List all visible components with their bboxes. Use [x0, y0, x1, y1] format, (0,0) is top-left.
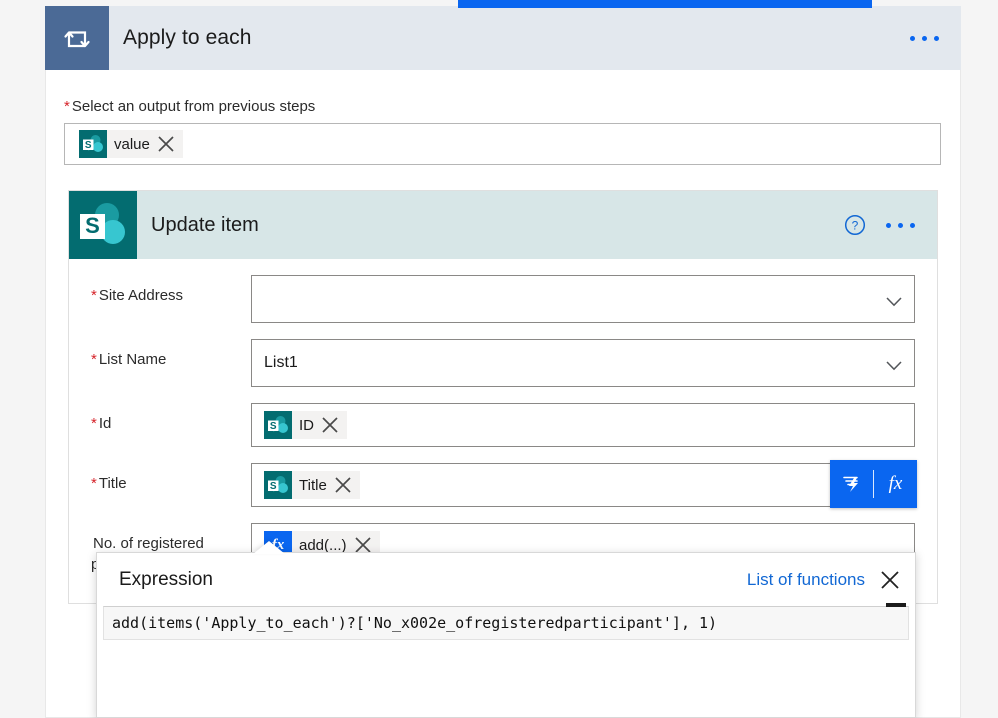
list-name-dropdown[interactable]: List1 — [251, 339, 915, 387]
list-name-label: * List Name — [91, 339, 251, 370]
ellipsis-dot — [898, 222, 903, 228]
token-label: Title — [299, 476, 327, 494]
apply-to-each-title: Apply to each — [123, 26, 252, 49]
dynamic-token-value[interactable]: S value — [79, 130, 183, 158]
close-x-icon[interactable] — [156, 134, 176, 154]
expression-flyout-body — [97, 640, 915, 712]
help-circle-icon[interactable]: ? — [844, 214, 866, 236]
title-label-text: Title — [98, 475, 127, 492]
token-label: ID — [299, 416, 314, 434]
field-row-title: * Title S Title fx — [69, 460, 937, 508]
dynamic-content-and-expression-buttons: fx — [830, 460, 917, 508]
ellipsis-dot — [910, 35, 915, 41]
required-asterisk: * — [91, 287, 97, 304]
select-output-section: * Select an output from previous steps S … — [64, 98, 942, 165]
update-item-header-actions: ? — [844, 214, 915, 236]
field-row-list-name: * List Name List1 — [69, 339, 937, 387]
site-address-label-text: Site Address — [98, 287, 184, 304]
close-x-icon[interactable] — [333, 475, 353, 495]
id-label-text: Id — [98, 415, 112, 432]
svg-text:S: S — [85, 140, 92, 151]
expression-flyout: Expression List of functions add(items('… — [96, 552, 916, 718]
resize-grip-icon[interactable] — [886, 603, 906, 607]
update-item-overflow-menu[interactable] — [886, 222, 915, 228]
expression-flyout-caret — [253, 541, 285, 554]
svg-text:S: S — [270, 481, 277, 492]
select-output-label-text: Select an output from previous steps — [71, 98, 316, 115]
required-asterisk: * — [91, 475, 97, 492]
sharepoint-icon: S — [69, 191, 137, 259]
required-asterisk: * — [91, 415, 97, 432]
apply-to-each-overflow-menu[interactable] — [910, 35, 939, 41]
list-of-functions-link[interactable]: List of functions — [747, 570, 865, 590]
expression-input[interactable]: add(items('Apply_to_each')?['No_x002e_of… — [103, 606, 909, 640]
list-name-value: List1 — [264, 354, 298, 371]
site-address-dropdown[interactable] — [251, 275, 915, 323]
close-x-icon[interactable] — [320, 415, 340, 435]
ellipsis-dot — [886, 222, 891, 228]
svg-text:?: ? — [852, 219, 859, 233]
update-item-title: Update item — [151, 213, 259, 236]
title-label: * Title — [91, 463, 251, 494]
update-item-card: S Update item ? * Site Address * List Na… — [68, 190, 938, 604]
dynamic-token-id[interactable]: S ID — [264, 411, 347, 439]
select-output-label: * Select an output from previous steps — [64, 98, 942, 115]
token-label: add(...) — [299, 536, 347, 554]
button-divider — [873, 470, 874, 498]
ellipsis-dot — [934, 35, 939, 41]
sharepoint-icon: S — [264, 411, 292, 439]
field-row-site-address: * Site Address — [69, 275, 937, 323]
svg-text:S: S — [270, 421, 277, 432]
required-asterisk: * — [91, 351, 97, 368]
dynamic-token-title[interactable]: S Title — [264, 471, 360, 499]
dynamic-content-button[interactable] — [830, 460, 873, 508]
update-item-card-header[interactable]: S Update item ? — [69, 191, 937, 259]
chevron-down-icon[interactable] — [886, 358, 902, 371]
sharepoint-icon: S — [264, 471, 292, 499]
required-asterisk: * — [64, 98, 70, 115]
select-output-input[interactable]: S value — [64, 123, 941, 165]
expression-button[interactable]: fx — [874, 460, 917, 508]
fx-icon: fx — [888, 473, 903, 494]
top-progress-bar — [458, 0, 872, 8]
token-label: value — [114, 135, 150, 153]
chevron-down-icon[interactable] — [886, 294, 902, 307]
ellipsis-dot — [910, 222, 915, 228]
list-name-label-text: List Name — [98, 351, 167, 368]
id-label: * Id — [91, 403, 251, 434]
ellipsis-dot — [922, 35, 927, 41]
site-address-label: * Site Address — [91, 275, 251, 306]
id-input[interactable]: S ID — [251, 403, 915, 447]
expression-flyout-title: Expression — [119, 568, 213, 590]
loop-repeat-icon — [45, 6, 109, 70]
svg-text:S: S — [85, 213, 100, 238]
sharepoint-icon: S — [79, 130, 107, 158]
field-row-id: * Id S ID — [69, 403, 937, 447]
close-x-icon[interactable] — [879, 569, 901, 591]
title-input[interactable]: S Title fx — [251, 460, 917, 508]
apply-to-each-card-header[interactable]: Apply to each — [45, 6, 961, 70]
expression-input-wrapper: add(items('Apply_to_each')?['No_x002e_of… — [103, 603, 909, 640]
expression-flyout-header: Expression List of functions — [97, 553, 915, 606]
